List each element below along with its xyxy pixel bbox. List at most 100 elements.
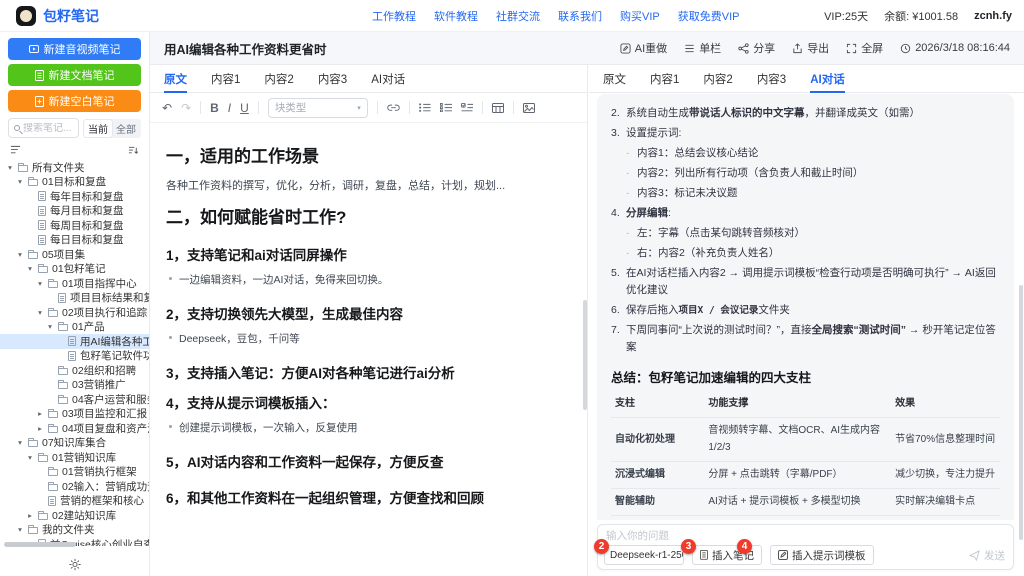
tree-item[interactable]: 01营销执行框架 [0,465,149,480]
chevron-down-icon[interactable] [6,164,14,172]
tree-item[interactable]: 07知识库集合 [0,436,149,451]
chevron-down-icon[interactable] [16,178,24,186]
nav-contact-us[interactable]: 联系我们 [558,8,602,24]
chevron-down-icon[interactable] [16,526,24,534]
nav-software-tutorial[interactable]: 软件教程 [434,8,478,24]
tree-item[interactable]: 05项目集 [0,247,149,262]
new-audio-video-note-button[interactable]: 新建音视频笔记 [8,38,141,60]
horizontal-scrollbar[interactable] [4,542,76,547]
export-button[interactable]: 导出 [792,40,829,56]
tab-content2[interactable]: 内容2 [703,65,732,92]
chevron-down-icon[interactable] [16,439,24,447]
ordered-list-button[interactable] [440,103,452,112]
insert-image-button[interactable] [523,103,535,113]
chevron-right-icon[interactable] [36,410,44,418]
redo-button[interactable]: ↷ [181,101,191,115]
tree-item[interactable]: 01目标和复盘 [0,175,149,190]
editor-scrollbar[interactable] [583,300,587,410]
model-select[interactable]: Deepseek-r1-250... ▾ [604,545,684,565]
question-input[interactable] [606,530,1005,542]
tree-item[interactable]: 01营销知识库 [0,450,149,465]
tree-item[interactable]: 每周目标和复盘 [0,218,149,233]
fullscreen-button[interactable]: 全屏 [846,40,883,56]
chevron-right-icon[interactable] [36,425,44,433]
tab-ai-chat[interactable]: AI对话 [371,65,405,92]
underline-button[interactable]: U [240,101,249,115]
share-button[interactable]: 分享 [738,40,775,56]
tab-original[interactable]: 原文 [164,65,187,92]
tree-item[interactable]: 02项目执行和追踪 [0,305,149,320]
tab-content2[interactable]: 内容2 [264,65,293,92]
tree-item[interactable]: 每月目标和复盘 [0,204,149,219]
tab-content3[interactable]: 内容3 [757,65,786,92]
tree-item[interactable]: 包籽笔记软件功能详 [0,349,149,364]
new-doc-note-button[interactable]: 新建文档笔记 [8,64,141,86]
tree-item[interactable]: 每年目标和复盘 [0,189,149,204]
task-list-button[interactable] [461,103,473,112]
tree-item[interactable]: 03营销推广 [0,378,149,393]
new-blank-note-button[interactable]: 新建空白笔记 [8,90,141,112]
search-input[interactable] [23,123,73,134]
tree-item[interactable]: 04客户运营和服务 [0,392,149,407]
app-logo[interactable]: 包籽笔记 [16,6,99,26]
nav-free-vip[interactable]: 获取免费VIP [678,8,740,24]
sort-icon[interactable] [128,145,139,156]
editor-pane: 原文 内容1 内容2 内容3 AI对话 ↶ ↷ B I U 块类型 ▾ [150,65,588,576]
chat-scroll-area[interactable]: 2.系统自动生成带说话人标识的中文字幕，并翻译成英文（如需） 3.设置提示词: … [597,94,1014,520]
nav-community[interactable]: 社群交流 [496,8,540,24]
chat-scrollbar[interactable] [1019,285,1023,540]
tree-item[interactable]: 项目目标结果和复盘 [0,291,149,306]
editor-toolbar: ↶ ↷ B I U 块类型 ▾ [150,93,587,123]
chevron-down-icon[interactable] [26,454,34,462]
scope-all[interactable]: 全部 [112,120,140,137]
block-type-select[interactable]: 块类型 ▾ [268,98,368,118]
tree-item-selected[interactable]: 用AI编辑各种工作资 [0,334,149,349]
tree-item[interactable]: 所有文件夹 [0,160,149,175]
tree-item[interactable]: 01产品 [0,320,149,335]
scope-current[interactable]: 当前 [84,120,112,137]
file-icon [38,206,46,216]
button-label: 新建空白笔记 [49,93,115,109]
chevron-down-icon[interactable] [46,323,54,331]
folder-icon [18,165,28,172]
editor-content[interactable]: 一，适用的工作场景 各种工作资料的撰写，优化，分析，调研，复盘，总结，计划，规划… [150,124,587,576]
collapse-all-icon[interactable] [10,145,21,154]
bullet-item: Deepseek，豆包，千问等 [166,331,571,346]
insert-prompt-template-button[interactable]: 插入提示词模板 [770,545,874,565]
tree-item[interactable]: 每日目标和复盘 [0,233,149,248]
send-button[interactable]: 发送 [969,548,1005,563]
bold-button[interactable]: B [210,101,219,115]
tree-item[interactable]: 01项目指挥中心 [0,276,149,291]
tree-item[interactable]: 02组织和招聘 [0,363,149,378]
tree-item[interactable]: 03项目监控和汇报 [0,407,149,422]
single-column-button[interactable]: 单栏 [684,40,721,56]
tree-item[interactable]: 02输入：营销成功资料 [0,479,149,494]
tab-content1[interactable]: 内容1 [650,65,679,92]
chevron-down-icon[interactable] [16,251,24,259]
insert-table-button[interactable] [492,103,504,113]
summary-title: 总结：包籽笔记加速编辑的四大支柱 [611,368,1000,388]
chevron-right-icon[interactable] [26,512,34,520]
chevron-down-icon[interactable] [26,265,34,273]
bullet-list-button[interactable] [419,103,431,112]
nav-work-tutorial[interactable]: 工作教程 [372,8,416,24]
italic-button[interactable]: I [228,101,231,115]
tab-content1[interactable]: 内容1 [211,65,240,92]
annotation-badge-4: 4 [737,539,752,554]
tree-item[interactable]: 01包籽笔记 [0,262,149,277]
tab-ai-chat[interactable]: AI对话 [810,65,845,92]
ai-redo-button[interactable]: AI重做 [620,40,667,56]
tree-item[interactable]: 营销的框架和核心 [0,494,149,509]
chevron-down-icon[interactable] [36,309,44,317]
link-button[interactable] [387,104,400,111]
tab-content3[interactable]: 内容3 [318,65,347,92]
account-id[interactable]: zcnh.fy [974,10,1012,22]
tab-original[interactable]: 原文 [603,65,626,92]
nav-buy-vip[interactable]: 购买VIP [620,8,660,24]
chevron-down-icon[interactable] [36,280,44,288]
tree-item[interactable]: 02建站知识库 [0,508,149,523]
tree-item[interactable]: 我的文件夹 [0,523,149,538]
settings-button[interactable] [68,558,81,571]
tree-item[interactable]: 04项目复盘和资产沉淀 [0,421,149,436]
undo-button[interactable]: ↶ [162,101,172,115]
